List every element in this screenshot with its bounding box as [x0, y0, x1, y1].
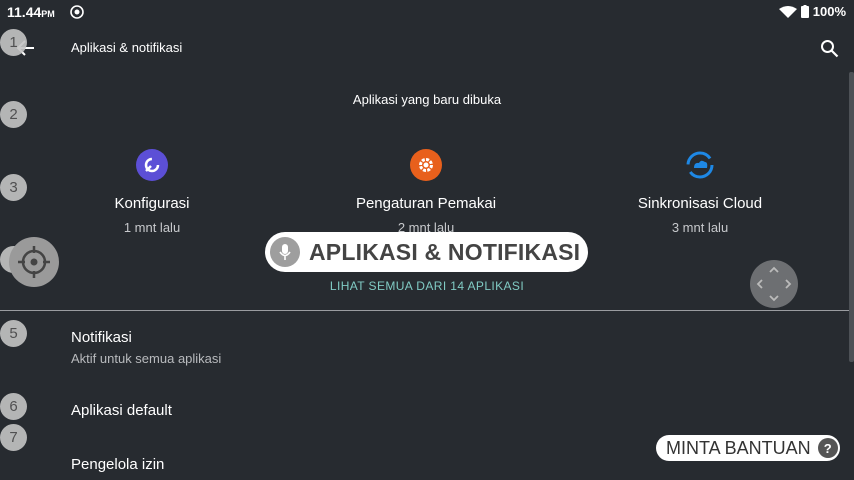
question-icon: ?	[817, 438, 838, 458]
overlay-number-3[interactable]: 3	[0, 174, 27, 201]
search-button[interactable]	[820, 39, 839, 63]
divider	[0, 310, 854, 311]
crosshair-button[interactable]	[9, 237, 59, 287]
notification-icon	[70, 5, 84, 24]
scrollbar[interactable]	[849, 72, 854, 362]
list-item-pengelola-izin[interactable]: Pengelola izin	[71, 456, 164, 473]
overlay-number-1[interactable]: 1	[0, 29, 27, 56]
recent-app-sinkronisasi-cloud[interactable]: Sinkronisasi Cloud 3 mnt lalu	[570, 149, 830, 235]
app-time: 1 mnt lalu	[123, 220, 181, 235]
overlay-number-5[interactable]: 5	[0, 320, 27, 347]
voice-command-label: APLIKASI & NOTIFIKASI	[309, 238, 581, 265]
gear-icon	[410, 149, 442, 181]
dpad-button[interactable]	[750, 260, 798, 308]
app-name: Pengaturan Pemakai	[355, 195, 497, 212]
app-name: Sinkronisasi Cloud	[637, 195, 763, 212]
list-item-aplikasi-default[interactable]: Aplikasi default	[71, 402, 172, 419]
crosshair-icon	[18, 246, 50, 278]
status-time: 11.44PM	[7, 4, 55, 20]
status-right: 100%	[778, 4, 846, 19]
wifi-icon	[778, 5, 797, 18]
dpad-arrows-icon	[756, 266, 792, 302]
overlay-number-7[interactable]: 7	[0, 424, 27, 451]
overlay-number-2[interactable]: 2	[0, 101, 27, 128]
battery-icon	[800, 5, 809, 18]
list-item-notifikasi-subtitle: Aktif untuk semua aplikasi	[71, 351, 222, 366]
help-button[interactable]: MINTA BANTUAN ?	[656, 435, 840, 461]
page-title: Aplikasi & notifikasi	[71, 40, 183, 55]
voice-command-pill[interactable]: APLIKASI & NOTIFIKASI	[265, 232, 588, 272]
microphone-icon	[270, 237, 300, 267]
recent-app-pengaturan-pemakai[interactable]: Pengaturan Pemakai 2 mnt lalu	[296, 149, 556, 235]
app-time: 3 mnt lalu	[671, 220, 729, 235]
help-label: MINTA BANTUAN	[666, 437, 811, 458]
search-icon	[821, 40, 839, 58]
list-item-notifikasi-title[interactable]: Notifikasi	[71, 329, 132, 346]
battery-percent: 100%	[812, 4, 846, 19]
recent-app-konfigurasi[interactable]: Konfigurasi 1 mnt lalu	[22, 149, 282, 235]
overlay-number-6[interactable]: 6	[0, 393, 27, 420]
recent-apps-heading: Aplikasi yang baru dibuka	[352, 92, 502, 107]
app-name: Konfigurasi	[114, 195, 190, 212]
see-all-apps-link[interactable]: LIHAT SEMUA DARI 14 APLIKASI	[0, 279, 854, 293]
config-icon	[136, 149, 168, 181]
cloud-sync-icon	[684, 149, 716, 181]
